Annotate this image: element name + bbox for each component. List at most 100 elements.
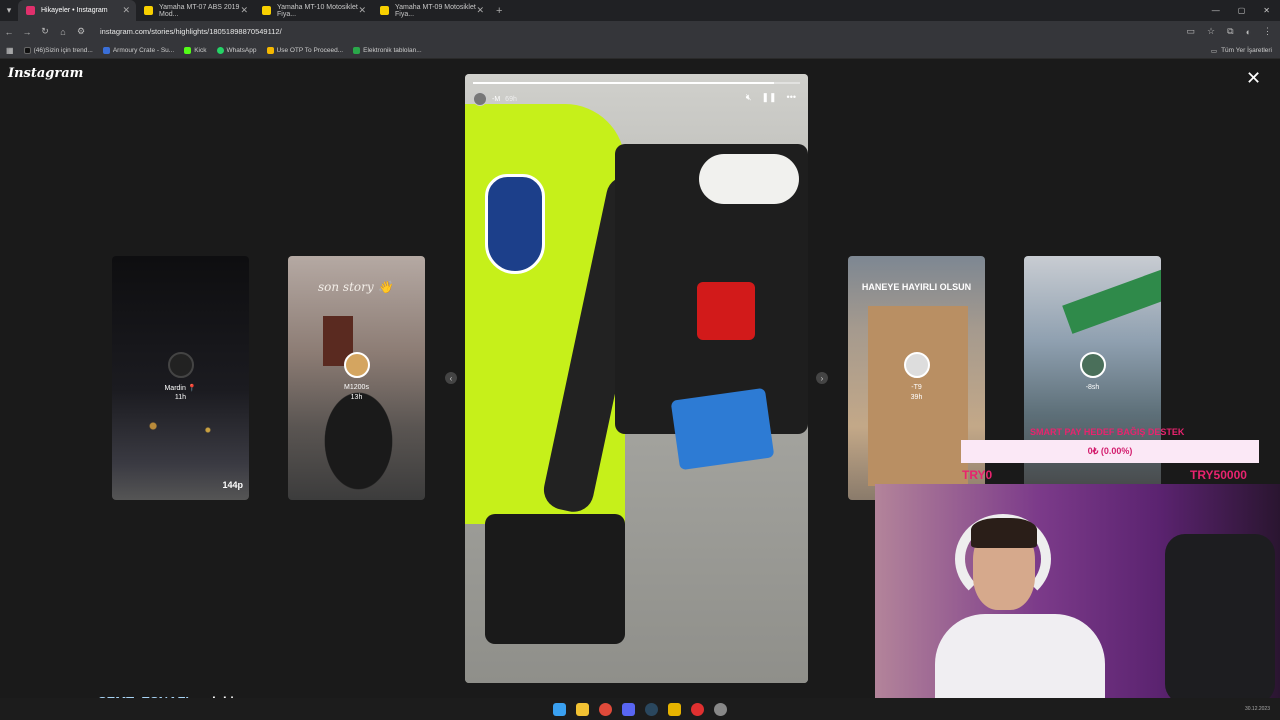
- story-name: Mardin 📍: [164, 385, 197, 392]
- windows-start-icon[interactable]: [553, 702, 566, 716]
- story-time: 39h: [910, 394, 923, 401]
- previous-story-button[interactable]: ‹: [445, 372, 457, 384]
- minimize-icon[interactable]: —: [1212, 6, 1220, 15]
- story-time: 13h: [350, 394, 363, 401]
- next-story-button[interactable]: ›: [816, 372, 828, 384]
- tab-label: Yamaha MT-10 Motosiklet Fiya...: [277, 3, 358, 18]
- sahibinden-icon: [262, 6, 271, 15]
- avatar: [903, 352, 930, 378]
- file-explorer-icon[interactable]: [576, 702, 589, 716]
- story-name: -8sh: [1085, 384, 1100, 391]
- sheets-icon: [353, 46, 361, 54]
- webcam-feed: [875, 484, 1280, 712]
- address-bar: ← → ↻ ⌂ ⚙ instagram.com/stories/highligh…: [0, 21, 1280, 42]
- donation-min: TRY0: [962, 468, 993, 482]
- plate-112: [697, 282, 755, 340]
- apps-icon[interactable]: ▦: [6, 46, 14, 55]
- cast-icon[interactable]: ▭: [1187, 26, 1196, 37]
- site-info-icon[interactable]: ⚙: [72, 26, 90, 37]
- taskbar: [0, 698, 1280, 720]
- tab-mt07[interactable]: Yamaha MT-07 ABS 2019 Mod... ✕: [136, 0, 254, 21]
- app-icon[interactable]: [668, 702, 681, 716]
- city-lights: [112, 406, 249, 446]
- forward-icon[interactable]: →: [18, 27, 36, 37]
- home-icon[interactable]: ⌂: [54, 27, 72, 37]
- story-preview-8sh[interactable]: -8sh: [1024, 256, 1161, 500]
- story-progress-bar: [473, 82, 800, 84]
- story-name: -T9: [911, 384, 922, 391]
- discord-icon[interactable]: [622, 702, 635, 716]
- tab-search-icon[interactable]: ▾: [0, 5, 18, 16]
- tab-label: Yamaha MT-07 ABS 2019 Mod...: [159, 3, 240, 18]
- armoury-crate-icon: [102, 46, 110, 54]
- printer-paper: [699, 154, 799, 204]
- donation-goal-bar: 0₺ (0.00%): [961, 440, 1259, 463]
- bookmark-item[interactable]: Kick: [184, 46, 207, 54]
- bookmark-item[interactable]: WhatsApp: [216, 46, 257, 54]
- reload-icon[interactable]: ↻: [36, 26, 54, 37]
- more-options-icon[interactable]: •••: [787, 92, 796, 103]
- settings-icon[interactable]: [714, 702, 727, 716]
- steam-icon[interactable]: [645, 702, 658, 716]
- story-text: son story 👋: [318, 280, 393, 294]
- tab-mt09[interactable]: Yamaha MT-09 Motosiklet Fiya... ✕: [372, 0, 490, 21]
- menu-icon[interactable]: ⋮: [1263, 26, 1272, 37]
- tab-instagram[interactable]: Hikayeler • Instagram ✕: [18, 0, 136, 21]
- story-time: 11h: [174, 394, 187, 401]
- extensions-icon[interactable]: ⧉: [1227, 26, 1233, 37]
- station-roof: [1062, 268, 1161, 334]
- story-preview-m1200s[interactable]: son story 👋 M1200s 13h: [288, 256, 425, 500]
- bookmark-item[interactable]: Elektronik tablolan...: [353, 46, 422, 54]
- record-icon[interactable]: [691, 702, 704, 716]
- tiktok-icon: [23, 46, 31, 54]
- window-controls: — ▢ ✕: [1202, 0, 1280, 21]
- avatar: [1079, 352, 1106, 378]
- donation-target: TRY50000: [1190, 468, 1247, 482]
- whatsapp-icon: [216, 46, 224, 54]
- bookmark-item[interactable]: (46)Sizin için trend...: [23, 46, 93, 54]
- bookmark-star-icon[interactable]: ☆: [1207, 26, 1215, 37]
- bookmark-item[interactable]: Use OTP To Proceed...: [266, 46, 343, 54]
- mute-icon[interactable]: 🔇︎: [746, 92, 752, 103]
- story-preview-t9[interactable]: HANEYE HAYIRLI OLSUN -T9 39h: [848, 256, 985, 500]
- donation-amount: 0₺ (0.00%): [1087, 446, 1133, 456]
- all-bookmarks[interactable]: ▭ Tüm Yer İşaretleri: [1211, 42, 1272, 59]
- story-user[interactable]: -M: [492, 96, 500, 103]
- chrome-icon[interactable]: [599, 702, 612, 716]
- new-tab-button[interactable]: +: [496, 5, 502, 17]
- story-text: HANEYE HAYIRLI OLSUN: [861, 282, 972, 292]
- close-icon[interactable]: ✕: [122, 5, 130, 16]
- close-icon[interactable]: ✕: [476, 5, 484, 16]
- story-controls: 🔇︎ ❚❚ •••: [746, 92, 796, 103]
- tab-bar: ▾ Hikayeler • Instagram ✕ Yamaha MT-07 A…: [0, 0, 1280, 21]
- folder-icon: ▭: [1210, 47, 1218, 55]
- instagram-icon: [26, 6, 35, 15]
- close-icon[interactable]: ✕: [358, 5, 366, 16]
- story-preview-mardin[interactable]: Mardin 📍 11h 144p: [112, 256, 249, 500]
- instagram-logo[interactable]: Instagram: [8, 66, 83, 81]
- officer-legs: [485, 514, 625, 644]
- hair: [971, 518, 1037, 548]
- close-icon[interactable]: ✕: [240, 5, 248, 16]
- tab-label: Hikayeler • Instagram: [41, 7, 108, 14]
- sahibinden-icon: [380, 6, 389, 15]
- story-extra: 144p: [222, 480, 243, 490]
- close-window-icon[interactable]: ✕: [1263, 6, 1270, 15]
- pause-icon[interactable]: ❚❚: [761, 92, 776, 103]
- streamer: [935, 504, 1115, 712]
- otp-icon: [266, 46, 274, 54]
- tab-mt10[interactable]: Yamaha MT-10 Motosiklet Fiya... ✕: [254, 0, 372, 21]
- avatar[interactable]: [473, 92, 487, 106]
- story-name: M1200s: [344, 384, 369, 391]
- url-input[interactable]: instagram.com/stories/highlights/1805189…: [100, 27, 282, 36]
- back-icon[interactable]: ←: [0, 27, 18, 37]
- story-progress-fill: [473, 82, 774, 84]
- bookmark-item[interactable]: Armoury Crate - Su...: [102, 46, 174, 54]
- profile-icon[interactable]: ◐: [1246, 27, 1251, 37]
- story-header: -M 69h: [473, 92, 517, 106]
- sahibinden-icon: [144, 6, 153, 15]
- clock: 30.12.2023: [1244, 706, 1270, 712]
- close-icon[interactable]: ✕: [1246, 68, 1261, 89]
- maximize-icon[interactable]: ▢: [1238, 6, 1246, 15]
- active-story[interactable]: -M 69h 🔇︎ ❚❚ •••: [465, 74, 808, 683]
